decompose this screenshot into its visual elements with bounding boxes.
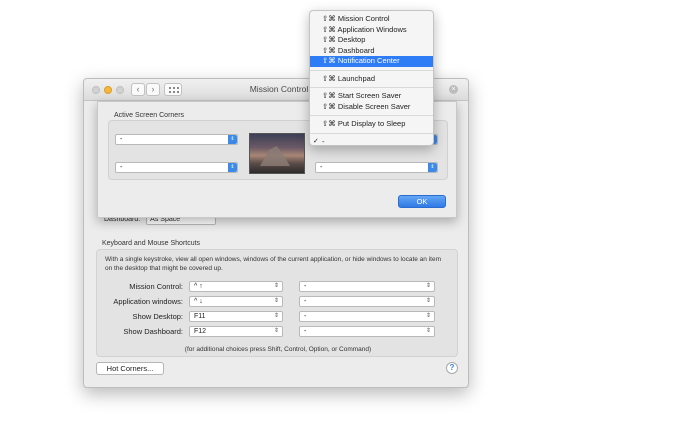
menu-separator [310, 69, 433, 71]
select-value: F11 [194, 313, 206, 320]
updown-arrows-icon: ⇕ [228, 163, 237, 172]
bottom-left-corner-select[interactable]: - ⇕ [115, 162, 238, 173]
updown-arrows-icon: ⇕ [425, 283, 431, 289]
menu-item-notification-center[interactable]: ⇧⌘ Notification Center [310, 56, 433, 67]
menu-item-disable-screen-saver[interactable]: ⇧⌘ Disable Screen Saver [310, 102, 433, 113]
mission-control-label: Mission Control: [129, 282, 183, 291]
menu-item-desktop[interactable]: ⇧⌘ Desktop [310, 35, 433, 46]
updown-arrows-icon: ⇕ [273, 328, 279, 334]
menu-item-start-screen-saver[interactable]: ⇧⌘ Start Screen Saver [310, 91, 433, 102]
modifier-note: (for additional choices press Shift, Con… [184, 346, 372, 353]
updown-arrows-icon: ⇕ [428, 163, 437, 172]
application-windows-mouse-select[interactable]: - ⇕ [299, 296, 435, 307]
select-value: - [320, 164, 323, 171]
show-dashboard-label: Show Dashboard: [123, 327, 183, 336]
updown-arrows-icon: ⇕ [425, 298, 431, 304]
minimize-window-button[interactable] [104, 86, 112, 94]
sheet-title: Active Screen Corners [114, 112, 185, 119]
updown-arrows-icon: ⇕ [228, 135, 237, 144]
updown-arrows-icon: ⇕ [273, 298, 279, 304]
select-value: - [120, 136, 123, 143]
menu-item-dashboard[interactable]: ⇧⌘ Dashboard [310, 46, 433, 57]
select-value: ^ ↑ [194, 283, 203, 290]
show-desktop-mouse-select[interactable]: - ⇕ [299, 311, 435, 322]
menu-separator [310, 87, 433, 88]
show-desktop-key-select[interactable]: F11 ⇕ [189, 311, 283, 322]
menu-item-put-display-to-sleep[interactable]: ⇧⌘ Put Display to Sleep [310, 119, 433, 130]
desktop-preview-image [249, 133, 305, 174]
updown-arrows-icon: ⇕ [273, 283, 279, 289]
help-icon[interactable]: ? [446, 362, 458, 374]
show-dashboard-mouse-select[interactable]: - ⇕ [299, 326, 435, 337]
corner-action-menu: ⇧⌘ Mission Control ⇧⌘ Application Window… [309, 10, 434, 146]
shortcuts-section-title: Keyboard and Mouse Shortcuts [102, 240, 201, 247]
updown-arrows-icon: ⇕ [425, 313, 431, 319]
mission-control-key-select[interactable]: ^ ↑ ⇕ [189, 281, 283, 292]
menu-separator [310, 115, 433, 116]
show-all-grid-button[interactable] [164, 83, 182, 96]
shortcuts-description: With a single keystroke, view all open w… [105, 256, 442, 272]
application-windows-key-select[interactable]: ^ ↓ ⇕ [189, 296, 283, 307]
forward-button[interactable]: › [146, 83, 160, 96]
bottom-right-corner-select[interactable]: - ⇕ [315, 162, 438, 173]
menu-item-launchpad[interactable]: ⇧⌘ Launchpad [310, 74, 433, 85]
close-window-button[interactable] [92, 86, 100, 94]
checkmark-icon: ✓ [313, 137, 319, 145]
application-windows-label: Application windows: [113, 297, 183, 306]
hot-corners-button[interactable]: Hot Corners... [96, 362, 164, 375]
select-value: - [304, 313, 307, 320]
shortcuts-box: With a single keystroke, view all open w… [96, 249, 458, 357]
select-value: ^ ↓ [194, 298, 203, 305]
zoom-window-button[interactable] [116, 86, 124, 94]
select-value: - [304, 328, 307, 335]
show-desktop-label: Show Desktop: [132, 312, 183, 321]
menu-item-application-windows[interactable]: ⇧⌘ Application Windows [310, 25, 433, 36]
menu-separator [310, 132, 433, 134]
show-dashboard-key-select[interactable]: F12 ⇕ [189, 326, 283, 337]
top-left-corner-select[interactable]: - ⇕ [115, 134, 238, 145]
updown-arrows-icon: ⇕ [273, 313, 279, 319]
select-value: - [304, 298, 307, 305]
select-value: - [120, 164, 123, 171]
back-button[interactable]: ‹ [131, 83, 145, 96]
ok-button[interactable]: OK [398, 195, 446, 208]
menu-item-mission-control[interactable]: ⇧⌘ Mission Control [310, 14, 433, 25]
updown-arrows-icon: ⇕ [425, 328, 431, 334]
select-value: F12 [194, 328, 207, 335]
menu-item-none[interactable]: ✓ - [310, 137, 433, 148]
select-value: - [304, 283, 307, 290]
search-clear-icon[interactable]: × [449, 85, 458, 94]
menu-item-none-label: - [322, 136, 325, 146]
mission-control-mouse-select[interactable]: - ⇕ [299, 281, 435, 292]
